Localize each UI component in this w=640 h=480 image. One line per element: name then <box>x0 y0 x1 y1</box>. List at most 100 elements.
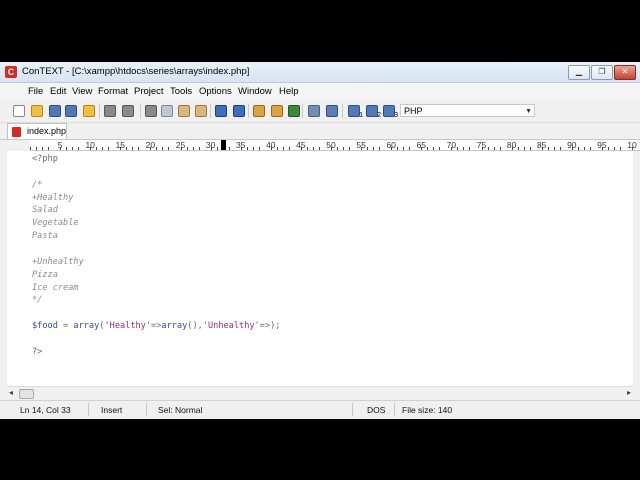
menu-file[interactable]: File <box>28 86 43 97</box>
ruler-tick <box>553 147 555 150</box>
code-line[interactable]: +Healthy <box>32 193 73 204</box>
tab-index-php[interactable]: index.php <box>7 123 67 139</box>
ruler-number: 30 <box>205 140 216 150</box>
print-preview-icon[interactable] <box>122 105 134 117</box>
user-cmd2-icon[interactable]: 2 <box>366 105 381 119</box>
ruler-tick <box>379 147 381 150</box>
code-token: array <box>73 321 100 332</box>
ruler-tick <box>168 147 170 150</box>
code-line[interactable]: Salad <box>32 205 58 216</box>
open-folder-icon[interactable] <box>83 105 95 117</box>
code-line[interactable]: $food = array('Healthy'=>array(),'Unheal… <box>32 321 280 332</box>
ruler-tick <box>409 147 411 150</box>
undo-icon[interactable] <box>215 105 227 117</box>
code-line[interactable]: +Unhealthy <box>32 257 84 268</box>
chevron-down-icon[interactable]: ▼ <box>525 105 532 118</box>
ruler-tick <box>337 147 339 150</box>
paste-icon[interactable] <box>178 105 190 117</box>
ruler-number: 40 <box>266 140 276 150</box>
code-token: +Unhealthy <box>32 256 84 267</box>
copy-icon[interactable] <box>161 105 173 117</box>
ruler-number: 15 <box>115 140 126 150</box>
menu-options[interactable]: Options <box>199 86 232 97</box>
file-size: File size: 140 <box>402 405 453 415</box>
code-token: Pasta <box>32 231 58 242</box>
code-token: +Healthy <box>32 192 74 203</box>
menu-format[interactable]: Format <box>98 86 128 97</box>
tools-icon[interactable] <box>326 105 338 117</box>
find-next-icon[interactable] <box>271 105 283 117</box>
code-line[interactable]: Pasta <box>32 231 58 242</box>
window-title: ConTEXT - [C:\xampp\htdocs\series\arrays… <box>22 66 250 77</box>
menu-help[interactable]: Help <box>279 86 299 97</box>
menu-project[interactable]: Project <box>134 86 164 97</box>
ruler-tick <box>318 147 320 150</box>
ruler-tick <box>216 147 218 150</box>
close-button[interactable]: ✕ <box>614 65 636 80</box>
ruler-tick <box>439 147 441 150</box>
ruler-number: 90 <box>567 140 577 150</box>
scroll-right-icon[interactable]: ▸ <box>627 388 631 397</box>
code-line[interactable]: */ <box>32 295 42 306</box>
ruler-number: 70 <box>446 140 457 150</box>
save-icon[interactable] <box>49 105 61 117</box>
code-editor[interactable]: <?php /* +Healthy Salad Vegetable Pasta +Unhea… <box>7 151 633 386</box>
minimize-button[interactable]: ▁ <box>568 65 590 80</box>
ruler-tick <box>367 147 369 150</box>
context-app-icon[interactable]: C <box>5 66 17 78</box>
ruler-tick <box>427 147 429 150</box>
new-file-icon[interactable] <box>13 105 25 117</box>
menu-view[interactable]: View <box>72 86 92 97</box>
user-cmd1-icon[interactable]: 1 <box>348 105 363 119</box>
php-file-icon <box>12 127 21 137</box>
tab-label: index.php <box>27 126 67 136</box>
user-cmd3-icon[interactable]: 3 <box>383 105 398 119</box>
ruler-tick <box>349 147 351 150</box>
code-token: array <box>161 321 188 332</box>
code-token: Ice cream <box>32 282 79 293</box>
code-line[interactable]: Ice cream <box>32 283 79 294</box>
menu-edit[interactable]: Edit <box>50 86 66 97</box>
ruler-tick <box>517 147 519 150</box>
cut-icon[interactable] <box>145 105 157 117</box>
ruler-tick <box>523 147 525 150</box>
ruler-tick <box>306 147 308 150</box>
save-all-icon[interactable] <box>65 105 77 117</box>
paste-special-icon[interactable] <box>195 105 207 117</box>
code-line[interactable]: Pizza <box>32 270 58 281</box>
code-token: Pizza <box>32 269 58 280</box>
ruler-tick <box>312 147 314 150</box>
ruler-number: 10 <box>85 140 95 150</box>
ruler-tick <box>547 147 549 150</box>
title-bar[interactable]: C ConTEXT - [C:\xampp\htdocs\series\arra… <box>0 62 640 83</box>
ruler-number: 95 <box>597 140 607 150</box>
ruler-tick <box>36 147 38 150</box>
code-line[interactable]: <?php <box>32 154 58 165</box>
ruler-tick <box>282 147 284 150</box>
code-line[interactable]: /* <box>32 180 42 191</box>
horizontal-scrollbar[interactable]: ◂ ▸ <box>7 386 633 399</box>
ruler-tick <box>72 147 74 150</box>
scroll-left-icon[interactable]: ◂ <box>9 388 13 397</box>
insert-mode: Insert <box>101 405 123 415</box>
find-icon[interactable] <box>253 105 265 117</box>
toolbar-separator <box>140 104 141 118</box>
scroll-thumb[interactable] <box>19 389 34 399</box>
export-icon[interactable] <box>308 105 320 117</box>
menu-window[interactable]: Window <box>238 86 272 97</box>
ruler-number: 10 <box>627 140 637 150</box>
ruler-number: 55 <box>356 140 366 150</box>
print-icon[interactable] <box>104 105 116 117</box>
maximize-button[interactable]: ❐ <box>591 65 613 80</box>
code-line[interactable]: ?> <box>32 347 42 358</box>
replace-icon[interactable] <box>288 105 300 117</box>
menu-tools[interactable]: Tools <box>170 86 192 97</box>
language-select[interactable]: PHP ▼ <box>400 104 535 117</box>
open-icon[interactable] <box>31 105 43 117</box>
code-line[interactable]: Vegetable <box>32 218 79 229</box>
selection-mode: Sel: Normal <box>158 405 203 415</box>
redo-icon[interactable] <box>233 105 245 117</box>
toolbar-separator <box>342 104 343 118</box>
toolbar: 1234 <box>0 100 640 123</box>
ruler-tick <box>493 147 495 150</box>
